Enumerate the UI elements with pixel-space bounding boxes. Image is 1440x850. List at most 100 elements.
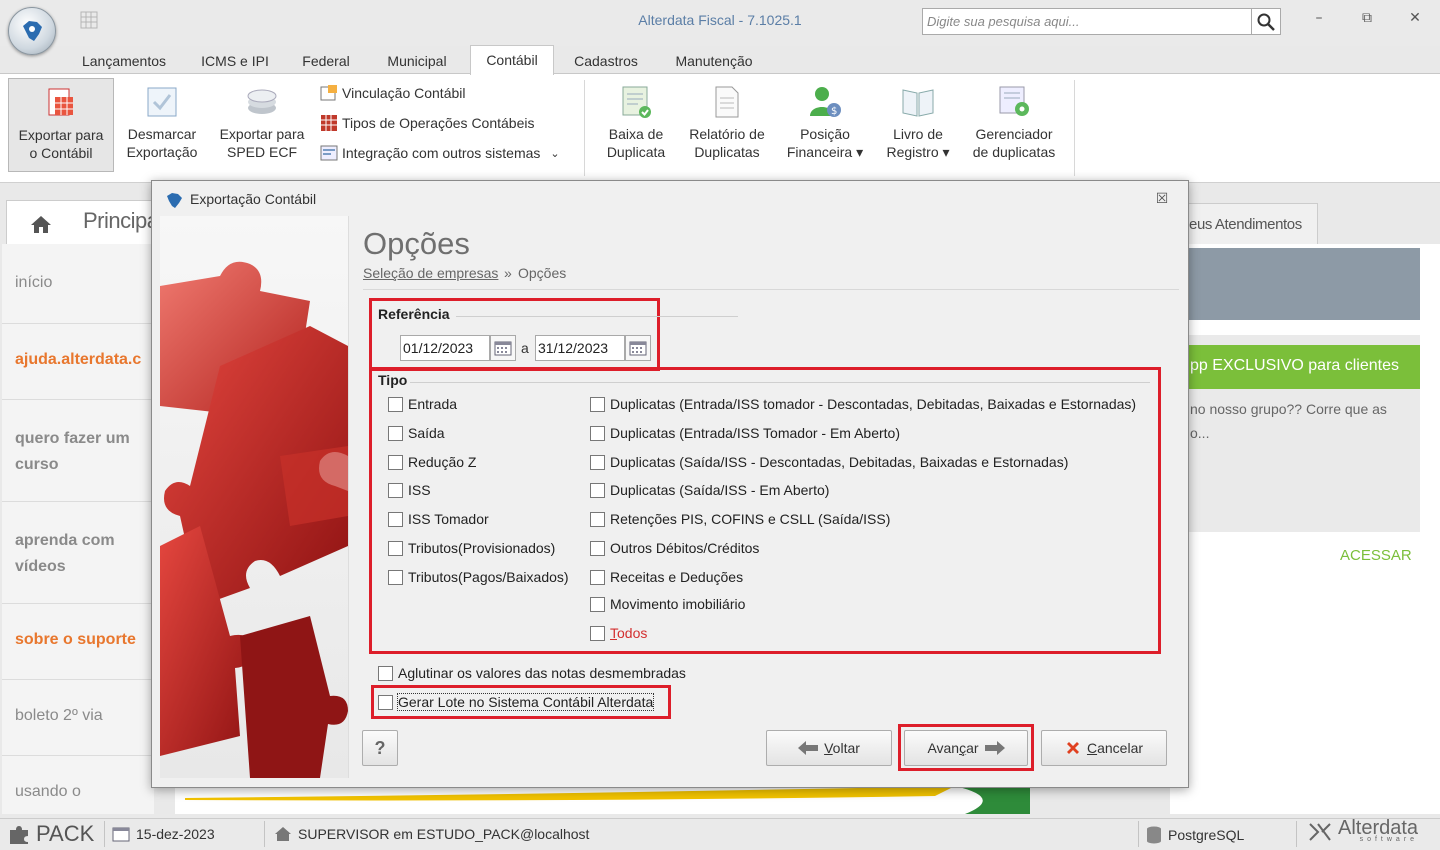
ribbon-label: Exportar para <box>18 127 104 143</box>
avancar-button[interactable]: Avançar <box>904 730 1028 766</box>
checkbox-box[interactable] <box>388 482 403 498</box>
checkbox-box[interactable] <box>388 425 403 441</box>
help-button[interactable]: ? <box>362 730 398 766</box>
checkbox-box[interactable] <box>590 396 605 412</box>
checkbox-tributos-pagos[interactable]: Tributos(Pagos/Baixados) <box>388 569 569 585</box>
side-item-videos[interactable]: aprenda com vídeos <box>2 502 154 604</box>
side-item-curso[interactable]: quero fazer um curso <box>2 400 154 502</box>
grid-icon[interactable] <box>80 11 98 29</box>
checkbox-box[interactable] <box>590 425 605 441</box>
checkbox-aglutinar[interactable]: Aglutinar os valores das notas desmembra… <box>378 665 686 681</box>
tab-manutencao[interactable]: Manutenção <box>662 48 766 76</box>
minimize-button[interactable]: – <box>1308 10 1330 30</box>
status-date: 15-dez-2023 <box>112 826 215 842</box>
checkbox-iss-tomador[interactable]: ISS Tomador <box>388 511 489 527</box>
checkbox-reducao-z[interactable]: Redução Z <box>388 454 476 470</box>
search-icon[interactable] <box>1252 8 1281 35</box>
checkbox-duplicatas-saida-descontadas[interactable]: Duplicatas (Saída/ISS - Descontadas, Deb… <box>590 454 1068 470</box>
gerenciador-duplicatas-button[interactable]: Gerenciador de duplicatas <box>966 78 1062 172</box>
checkbox-box[interactable] <box>590 482 605 498</box>
checkbox-retencoes[interactable]: Retenções PIS, COFINS e CSLL (Saída/ISS) <box>590 511 890 527</box>
checkbox-box[interactable] <box>590 596 605 612</box>
checkbox-duplicatas-entrada-descontadas[interactable]: Duplicatas (Entrada/ISS tomador - Descon… <box>590 396 1136 412</box>
side-item-usando[interactable]: usando o <box>2 756 154 816</box>
person-money-icon: $ <box>810 87 841 117</box>
side-item-inicio[interactable]: início <box>2 244 154 324</box>
ribbon: Exportar para o Contábil Desmarcar Expor… <box>0 73 1440 183</box>
checkbox-saida[interactable]: Saída <box>388 425 445 441</box>
baixa-duplicata-button[interactable]: Baixa de Duplicata <box>598 78 674 172</box>
brazil-map-icon <box>167 193 182 208</box>
checkbox-box[interactable] <box>388 511 403 527</box>
side-item-boleto[interactable]: boleto 2º via <box>2 680 154 756</box>
checkbox-tributos-provisionados[interactable]: Tributos(Provisionados) <box>388 540 555 556</box>
breadcrumb-current: Opções <box>518 265 567 281</box>
checkbox-box[interactable] <box>590 540 605 556</box>
checkbox-box[interactable] <box>388 454 403 470</box>
relatorio-duplicatas-button[interactable]: Relatório de Duplicatas <box>682 78 772 172</box>
promo-card-text: no nosso grupo?? Corre que as o... <box>1190 401 1387 441</box>
checkbox-duplicatas-entrada-aberto[interactable]: Duplicatas (Entrada/ISS Tomador - Em Abe… <box>590 425 900 441</box>
date-to-input[interactable]: 31/12/2023 <box>535 335 625 361</box>
window-title: Alterdata Fiscal - 7.1025.1 <box>638 12 802 28</box>
restore-button[interactable]: ⧉ <box>1356 10 1378 30</box>
tab-contabil[interactable]: Contábil <box>470 45 554 75</box>
tab-icms-ipi[interactable]: ICMS e IPI <box>192 48 278 76</box>
side-item-suporte[interactable]: sobre o suporte <box>2 604 154 680</box>
livro-registro-button[interactable]: Livro de Registro ▾ <box>878 78 958 172</box>
ribbon-label: Exportar para <box>219 126 305 142</box>
exportar-contabil-button[interactable]: Exportar para o Contábil <box>8 78 114 172</box>
checkbox-movimento-imobiliario[interactable]: Movimento imobiliário <box>590 596 745 612</box>
checkbox-box[interactable] <box>590 454 605 470</box>
checkbox-box[interactable] <box>388 569 403 585</box>
search-input[interactable]: Digite sua pesquisa aqui... <box>922 8 1252 35</box>
close-button[interactable]: ✕ <box>1404 10 1426 30</box>
referencia-label: Referência <box>378 306 450 322</box>
tab-cadastros[interactable]: Cadastros <box>564 48 648 76</box>
tab-lancamentos[interactable]: Lançamentos <box>70 48 178 76</box>
exportar-sped-ecf-button[interactable]: Exportar para SPED ECF <box>212 78 312 172</box>
cancel-x-icon <box>1066 742 1079 754</box>
home-tab-label: Principa <box>83 208 159 233</box>
chevron-down-icon: ⌄ <box>550 147 560 160</box>
checkbox-box[interactable] <box>378 694 393 710</box>
breadcrumb-link[interactable]: Seleção de empresas <box>363 265 498 281</box>
checkbox-outros-debitos[interactable]: Outros Débitos/Créditos <box>590 540 759 556</box>
app-logo[interactable] <box>8 7 56 55</box>
checkbox-gerar-lote[interactable]: Gerar Lote no Sistema Contábil Alterdata <box>378 693 655 711</box>
acessar-link[interactable]: ACESSAR <box>1340 547 1412 564</box>
calendar-icon[interactable] <box>625 335 651 361</box>
desmarcar-exportacao-button[interactable]: Desmarcar Exportação <box>118 78 206 172</box>
status-divider <box>1138 821 1139 847</box>
checkbox-box[interactable] <box>388 540 403 556</box>
checkbox-box[interactable] <box>590 511 605 527</box>
checkbox-box[interactable] <box>590 625 605 641</box>
cancelar-button[interactable]: Cancelar <box>1041 730 1167 766</box>
posicao-financeira-button[interactable]: $ Posição Financeira ▾ <box>780 78 870 172</box>
checkbox-box[interactable] <box>378 665 393 681</box>
divider <box>363 289 1179 290</box>
home-icon[interactable] <box>30 214 52 234</box>
date-from-input[interactable]: 01/12/2023 <box>400 335 490 361</box>
calendar-icon[interactable] <box>490 335 516 361</box>
ribbon-divider <box>1074 80 1075 176</box>
voltar-button[interactable]: Voltar <box>766 730 892 766</box>
tab-meus-atendimentos[interactable]: eus Atendimentos <box>1170 203 1318 244</box>
integracao-sistemas-item[interactable]: Integração com outros sistemas ⌄ <box>320 142 560 164</box>
checkbox-receitas-deducoes[interactable]: Receitas e Deduções <box>590 569 743 585</box>
tab-federal[interactable]: Federal <box>292 48 360 76</box>
dialog-close-icon[interactable]: ☒ <box>1154 191 1170 207</box>
tipos-operacoes-item[interactable]: Tipos de Operações Contábeis <box>320 112 534 134</box>
checkbox-todos[interactable]: Todos <box>590 625 647 641</box>
vinculacao-contabil-item[interactable]: Vinculação Contábil <box>320 82 466 104</box>
checkbox-box[interactable] <box>388 396 403 412</box>
checkbox-icon <box>147 87 177 117</box>
side-item-ajuda[interactable]: ajuda.alterdata.c <box>2 324 154 400</box>
checkbox-entrada[interactable]: Entrada <box>388 396 457 412</box>
checkbox-box[interactable] <box>590 569 605 585</box>
checkbox-duplicatas-saida-aberto[interactable]: Duplicatas (Saída/ISS - Em Aberto) <box>590 482 829 498</box>
breadcrumb-separator: » <box>504 265 512 281</box>
dialog-title: Exportação Contábil <box>190 191 317 207</box>
tab-municipal[interactable]: Municipal <box>374 48 460 76</box>
checkbox-iss[interactable]: ISS <box>388 482 431 498</box>
